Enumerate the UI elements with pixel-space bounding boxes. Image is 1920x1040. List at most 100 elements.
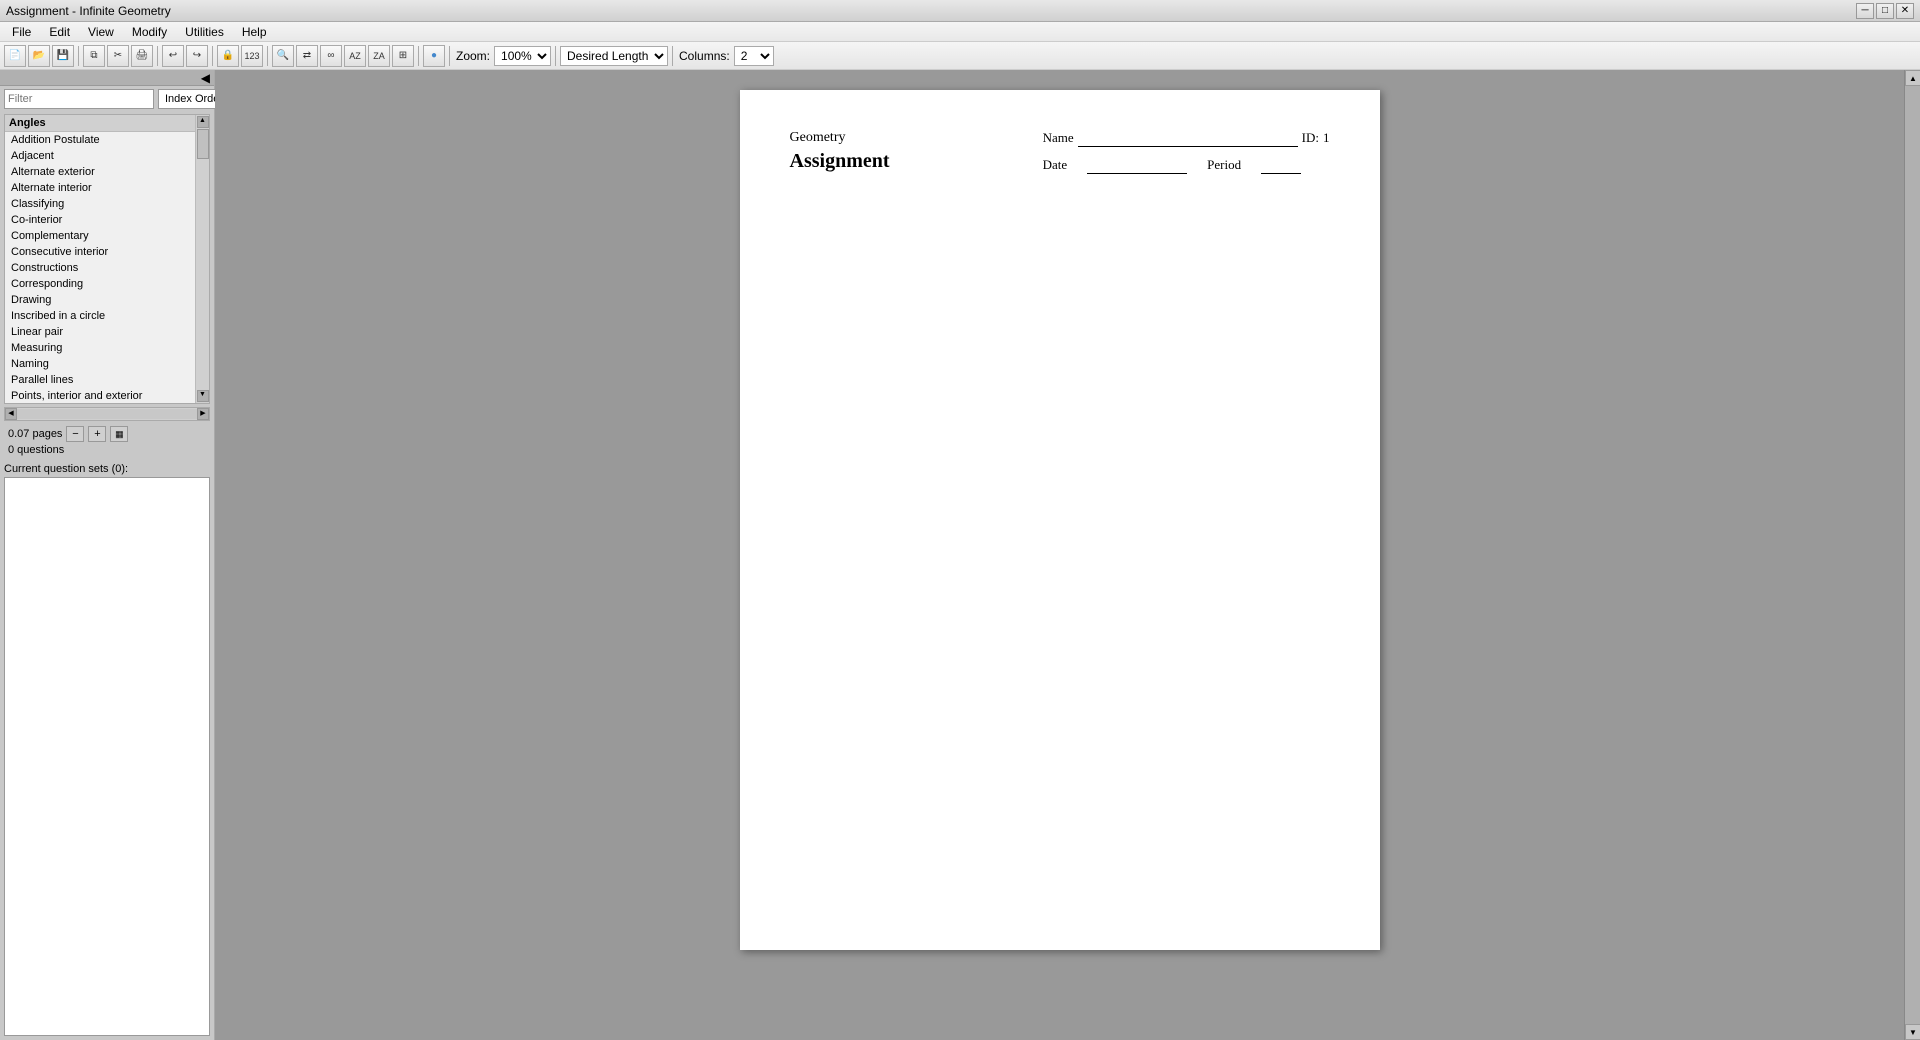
left-panel: ◀ Index Order Alphabetical Angles ▲ Addi… xyxy=(0,70,215,1040)
menu-view[interactable]: View xyxy=(80,23,122,41)
doc-page: Geometry Assignment Name ID: 1 Date xyxy=(740,90,1380,950)
columns-select[interactable]: 2 1 3 xyxy=(734,46,774,66)
app-title: Assignment - Infinite Geometry xyxy=(6,4,171,18)
name-underline xyxy=(1078,130,1298,147)
list-item-linear-pair[interactable]: Linear pair xyxy=(5,324,209,340)
doc-title: Assignment xyxy=(790,150,890,173)
number-button[interactable]: 123 xyxy=(241,45,263,67)
scroll-up-main[interactable]: ▲ xyxy=(1905,70,1920,86)
list-item-constructions[interactable]: Constructions xyxy=(5,260,209,276)
align-button[interactable]: ⊞ xyxy=(392,45,414,67)
print-button[interactable]: 🖨 xyxy=(131,45,153,67)
date-underline xyxy=(1087,157,1187,174)
separator-1 xyxy=(78,46,79,66)
h-scroll-track xyxy=(17,409,197,419)
list-item-addition-postulate[interactable]: Addition Postulate xyxy=(5,132,209,148)
desired-length-select[interactable]: Desired Length xyxy=(560,46,668,66)
zoom-label: Zoom: xyxy=(456,49,490,63)
pages-value: 0.07 pages xyxy=(8,428,62,440)
separator-5 xyxy=(418,46,419,66)
scroll-left-arrow[interactable]: ◀ xyxy=(5,408,17,420)
menu-edit[interactable]: Edit xyxy=(41,23,78,41)
panel-toggle[interactable]: ◀ xyxy=(0,70,214,86)
horizontal-scrollbar[interactable]: ◀ ▶ xyxy=(4,407,210,421)
list-item-consecutive-interior[interactable]: Consecutive interior xyxy=(5,244,209,260)
minimize-button[interactable]: ─ xyxy=(1856,3,1874,19)
decrease-pages-btn[interactable]: − xyxy=(66,426,84,442)
redo-button[interactable]: ↪ xyxy=(186,45,208,67)
list-item-alternate-interior[interactable]: Alternate interior xyxy=(5,180,209,196)
sort-za-button[interactable]: ZA xyxy=(368,45,390,67)
new-button[interactable]: 📄 xyxy=(4,45,26,67)
list-item-alternate-exterior[interactable]: Alternate exterior xyxy=(5,164,209,180)
maximize-button[interactable]: □ xyxy=(1876,3,1894,19)
circle-button[interactable]: ● xyxy=(423,45,445,67)
stats-area: 0.07 pages − + ▦ 0 questions xyxy=(0,422,214,460)
scroll-thumb[interactable] xyxy=(197,129,209,159)
copy-button[interactable]: ⧉ xyxy=(83,45,105,67)
category-header: Angles ▲ xyxy=(5,115,209,132)
list-item-points-interior-exterior[interactable]: Points, interior and exterior xyxy=(5,388,209,404)
list-item-complementary[interactable]: Complementary xyxy=(5,228,209,244)
infinity-button[interactable]: ∞ xyxy=(320,45,342,67)
list-item-naming[interactable]: Naming xyxy=(5,356,209,372)
list-item-inscribed-in-circle[interactable]: Inscribed in a circle xyxy=(5,308,209,324)
shuffle-button[interactable]: ⇄ xyxy=(296,45,318,67)
close-button[interactable]: ✕ xyxy=(1896,3,1914,19)
scrollbar-track xyxy=(1905,86,1920,1024)
menu-bar: File Edit View Modify Utilities Help xyxy=(0,22,1920,42)
doc-header: Geometry Assignment Name ID: 1 Date xyxy=(790,130,1330,174)
sort-az-button[interactable]: AZ xyxy=(344,45,366,67)
toolbar: 📄 📂 💾 ⧉ ✂ 🖨 ↩ ↪ 🔒 123 🔍 ⇄ ∞ AZ ZA ⊞ ● Zo… xyxy=(0,42,1920,70)
list-scrollbar[interactable]: ▲ ▼ xyxy=(195,115,209,403)
doc-area: Geometry Assignment Name ID: 1 Date xyxy=(215,70,1904,1040)
zoom-select[interactable]: 100% 75% 125% xyxy=(494,46,551,66)
list-item-drawing[interactable]: Drawing xyxy=(5,292,209,308)
list-item-classifying[interactable]: Classifying xyxy=(5,196,209,212)
menu-modify[interactable]: Modify xyxy=(124,23,175,41)
pages-icon: ▦ xyxy=(110,426,128,442)
open-button[interactable]: 📂 xyxy=(28,45,50,67)
period-underline xyxy=(1261,157,1301,174)
separator-4 xyxy=(267,46,268,66)
increase-pages-btn[interactable]: + xyxy=(88,426,106,442)
list-item-co-interior[interactable]: Co-interior xyxy=(5,212,209,228)
doc-right: Name ID: 1 Date Period xyxy=(1043,130,1330,174)
undo-button[interactable]: ↩ xyxy=(162,45,184,67)
separator-3 xyxy=(212,46,213,66)
question-sets-box xyxy=(4,477,210,1036)
title-bar: Assignment - Infinite Geometry ─ □ ✕ xyxy=(0,0,1920,22)
doc-left: Geometry Assignment xyxy=(790,130,890,173)
cut-button[interactable]: ✂ xyxy=(107,45,129,67)
list-item-parallel-lines[interactable]: Parallel lines xyxy=(5,372,209,388)
menu-file[interactable]: File xyxy=(4,23,39,41)
id-value: 1 xyxy=(1323,130,1330,146)
list-item-measuring[interactable]: Measuring xyxy=(5,340,209,356)
menu-utilities[interactable]: Utilities xyxy=(177,23,232,41)
name-label: Name xyxy=(1043,130,1074,146)
date-label: Date xyxy=(1043,157,1068,173)
scroll-right-arrow[interactable]: ▶ xyxy=(197,408,209,420)
question-sets-label: Current question sets (0): xyxy=(0,460,214,477)
scroll-down-arrow[interactable]: ▼ xyxy=(197,390,209,402)
separator-7 xyxy=(555,46,556,66)
id-label: ID: xyxy=(1302,130,1319,146)
save-button[interactable]: 💾 xyxy=(52,45,74,67)
list-item-corresponding[interactable]: Corresponding xyxy=(5,276,209,292)
scroll-up-arrow[interactable]: ▲ xyxy=(197,116,209,128)
filter-input[interactable] xyxy=(4,89,154,109)
scroll-down-main[interactable]: ▼ xyxy=(1905,1024,1920,1040)
menu-help[interactable]: Help xyxy=(234,23,275,41)
doc-name-line: Name ID: 1 xyxy=(1043,130,1330,147)
main-scrollbar: ▲ ▼ xyxy=(1904,70,1920,1040)
pages-row: 0.07 pages − + ▦ xyxy=(8,426,206,442)
search-button[interactable]: 🔍 xyxy=(272,45,294,67)
toggle-icon: ◀ xyxy=(201,71,210,85)
columns-label: Columns: xyxy=(679,49,730,63)
doc-date-period-line: Date Period xyxy=(1043,157,1330,174)
category-name: Angles xyxy=(9,117,46,129)
list-item-adjacent[interactable]: Adjacent xyxy=(5,148,209,164)
window-controls: ─ □ ✕ xyxy=(1856,3,1914,19)
doc-subject: Geometry xyxy=(790,130,890,146)
lock-button[interactable]: 🔒 xyxy=(217,45,239,67)
